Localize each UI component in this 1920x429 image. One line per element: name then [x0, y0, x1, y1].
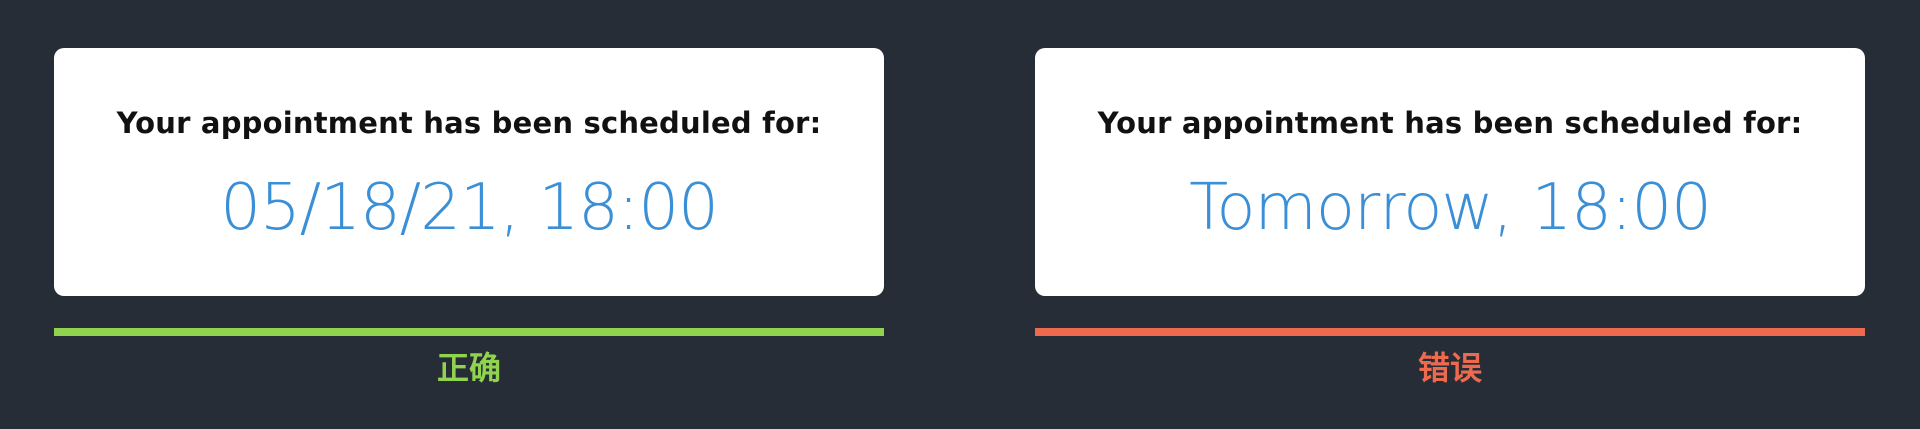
correct-label: 正确	[436, 349, 501, 387]
appointment-card-wrong: Your appointment has been scheduled for:…	[1035, 48, 1865, 296]
wrong-label: 错误	[1417, 349, 1482, 387]
wrong-divider-bar	[1035, 328, 1865, 336]
appointment-heading: Your appointment has been scheduled for:	[116, 106, 822, 140]
correct-example: Your appointment has been scheduled for:…	[54, 48, 884, 387]
appointment-datetime: 05/18/21, 18:00	[220, 171, 719, 245]
appointment-card-correct: Your appointment has been scheduled for:…	[54, 48, 884, 296]
correct-divider-bar	[54, 328, 884, 336]
wrong-example: Your appointment has been scheduled for:…	[1035, 48, 1865, 387]
appointment-heading: Your appointment has been scheduled for:	[1097, 106, 1803, 140]
appointment-datetime: Tomorrow, 18:00	[1189, 171, 1712, 245]
